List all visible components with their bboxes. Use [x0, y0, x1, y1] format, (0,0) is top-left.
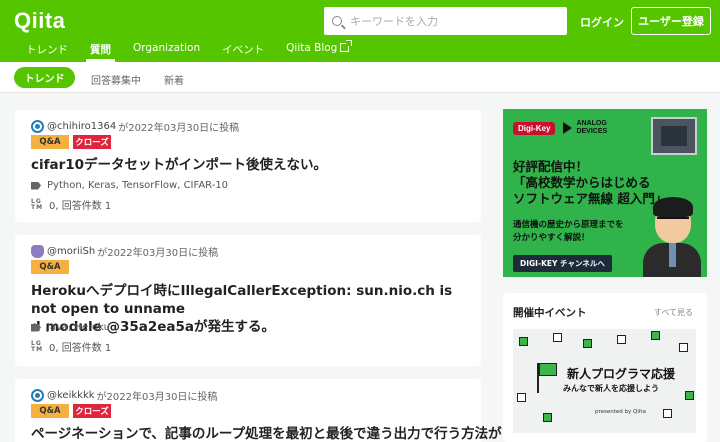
post-author[interactable]: @keikkkk: [47, 390, 95, 401]
question-subnav: トレンド 回答募集中 新着: [0, 62, 720, 93]
lgtm-icon: LG TM: [31, 339, 44, 353]
avatar[interactable]: [31, 389, 44, 402]
post-tags: Python, Keras, TensorFlow, CIFAR-10: [31, 180, 228, 191]
avatar[interactable]: [31, 245, 44, 258]
post-author[interactable]: @moriiSh: [47, 246, 95, 257]
post-title[interactable]: cifar10データセットがインポート後使えない。: [31, 156, 327, 174]
login-link[interactable]: ログイン: [580, 14, 624, 30]
closed-badge: クローズ: [73, 135, 111, 149]
post-meta: @keikkkk が2022年03月30日に投稿: [31, 388, 217, 403]
events-see-all-link[interactable]: すべて見る: [654, 307, 693, 318]
post-stats: LG TM 0, 回答件数 1: [31, 197, 111, 212]
post-title-line: Herokuへデプロイ時にIllegalCallerException: sun…: [31, 283, 453, 317]
nav-organization[interactable]: Organization: [133, 38, 200, 62]
tag-list[interactable]: Java, Heroku: [47, 322, 110, 333]
decor-cube: [685, 391, 694, 400]
illustration-glasses: [657, 217, 689, 226]
decor-cube: [517, 393, 526, 402]
post-date: が2022年03月30日に投稿: [97, 248, 219, 259]
nav-questions[interactable]: 質問: [86, 38, 115, 62]
subtab-new[interactable]: 新着: [164, 72, 184, 87]
tag-icon: [31, 181, 41, 190]
post-meta: @moriiSh が2022年03月30日に投稿: [31, 244, 218, 259]
tag-list[interactable]: Python, Keras, TensorFlow, CIFAR-10: [47, 180, 228, 191]
nav-qiita-blog[interactable]: Qiita Blog: [286, 38, 353, 62]
post-stats: LG TM 0, 回答件数 1: [31, 339, 111, 354]
post-badges: Q&A クローズ: [31, 135, 115, 149]
post-date: が2022年03月30日に投稿: [118, 123, 240, 134]
qa-badge: Q&A: [31, 260, 69, 274]
events-title: 開催中イベント: [513, 307, 587, 319]
analog-devices-icon: [563, 122, 573, 134]
nav-trend[interactable]: トレンド: [26, 38, 68, 62]
event-banner-title: 新人プログラマ応援: [567, 367, 676, 381]
search-box[interactable]: [324, 7, 567, 35]
decor-cube: [651, 331, 660, 340]
qa-badge: Q&A: [31, 404, 69, 418]
nav-qiita-blog-label: Qiita Blog: [286, 42, 338, 54]
decor-cube: [583, 339, 592, 348]
post-title[interactable]: ページネーションで、記事のループ処理を最初と最後で違う出力で行う方法が: [31, 425, 502, 442]
avatar[interactable]: [31, 120, 44, 133]
lgtm-icon: LG TM: [31, 197, 44, 211]
stats-text: 0, 回答件数 1: [49, 343, 112, 354]
ad-subtext-line: 分かりやすく解説！: [513, 233, 590, 243]
decor-cube: [617, 335, 626, 344]
tag-icon: [31, 323, 41, 332]
event-banner-subtitle: みんなで新人を応援しよう: [563, 384, 659, 393]
qa-badge: Q&A: [31, 135, 69, 149]
search-icon: [332, 16, 342, 26]
signup-button[interactable]: ユーザー登録: [631, 7, 711, 35]
qiita-logo[interactable]: Qiita: [14, 8, 65, 34]
external-link-icon: [340, 40, 353, 52]
ad-subtext-line: 通信機の歴史から原理までを: [513, 220, 624, 230]
main-nav: トレンド 質問 Organization イベント Qiita Blog: [0, 38, 371, 62]
decor-cube: [679, 343, 688, 352]
closed-badge: クローズ: [73, 404, 111, 418]
flag-icon: [539, 363, 557, 376]
post-badges: Q&A: [31, 260, 73, 274]
question-card: @moriiSh が2022年03月30日に投稿 Q&A Herokuへデプロイ…: [15, 235, 481, 366]
illustration-tie: [669, 243, 676, 267]
sponsor-ad-banner[interactable]: Digi-Key ANALOG DEVICES 好評配信中！ 「高校数学からはじめ…: [503, 109, 707, 277]
event-banner[interactable]: 新人プログラマ応援 みんなで新人を応援しよう presented by Qiit…: [513, 329, 696, 433]
decor-cube: [519, 337, 528, 346]
illustration-hair: [653, 197, 693, 217]
events-panel: 開催中イベント すべて見る 新人プログラマ応援 みんなで新人を応援しよう pre…: [503, 293, 707, 442]
chip-image: [651, 117, 697, 155]
subtab-trend[interactable]: トレンド: [14, 67, 75, 88]
post-meta: @chihiro1364 が2022年03月30日に投稿: [31, 119, 239, 134]
global-header: Qiita ログイン ユーザー登録 トレンド 質問 Organization イ…: [0, 0, 720, 62]
stats-text: 0, 回答件数 1: [49, 201, 112, 212]
post-date: が2022年03月30日に投稿: [96, 392, 218, 403]
subtab-awaiting-answers[interactable]: 回答募集中: [91, 72, 141, 87]
question-card: @keikkkk が2022年03月30日に投稿 Q&A クローズ ページネーシ…: [15, 379, 502, 442]
analog-devices-logo: ANALOG DEVICES: [563, 120, 607, 136]
event-banner-credit: presented by Qiita: [595, 409, 646, 415]
post-badges: Q&A クローズ: [31, 404, 115, 418]
search-input[interactable]: [350, 14, 560, 28]
post-tags: Java, Heroku: [31, 322, 110, 333]
ad-headline-line: 「高校数学からはじめる: [513, 175, 651, 190]
adi-line2: DEVICES: [576, 128, 608, 135]
ad-subtext: 通信機の歴史から原理までを 分かりやすく解説！: [513, 219, 624, 245]
ad-character-illustration: [643, 195, 701, 277]
decor-cube: [553, 333, 562, 342]
ad-channel-button[interactable]: DIGI-KEY チャンネルへ: [513, 255, 612, 272]
decor-cube: [543, 413, 552, 422]
post-author[interactable]: @chihiro1364: [47, 121, 116, 132]
question-card: @chihiro1364 が2022年03月30日に投稿 Q&A クローズ ci…: [15, 110, 481, 222]
adi-line1: ANALOG: [576, 120, 607, 127]
nav-events[interactable]: イベント: [222, 38, 264, 62]
digikey-logo: Digi-Key: [513, 121, 556, 135]
ad-headline-line: 好評配信中！: [513, 159, 589, 174]
decor-cube: [663, 409, 672, 418]
ad-logos: Digi-Key ANALOG DEVICES: [513, 120, 607, 136]
